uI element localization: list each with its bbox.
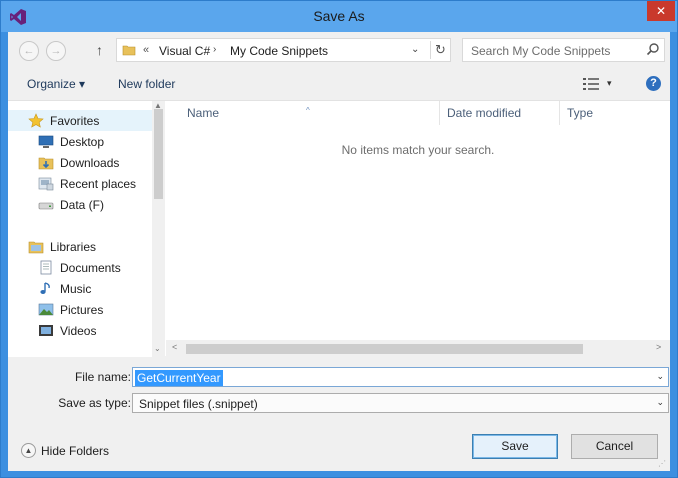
sidebar-item-libraries[interactable]: Libraries: [8, 236, 153, 257]
sidebar-item-downloads[interactable]: Downloads: [8, 152, 153, 173]
sidebar-item-label: Pictures: [60, 303, 104, 317]
scroll-right-icon[interactable]: >: [656, 342, 661, 352]
save-as-type-row: Save as type: Snippet files (.snippet) ⌄: [8, 393, 670, 413]
scroll-down-icon[interactable]: ⌄: [154, 344, 161, 353]
empty-folder-message: No items match your search.: [341, 143, 495, 157]
scroll-left-icon[interactable]: <: [172, 342, 177, 352]
sidebar-item-pictures[interactable]: Pictures: [8, 299, 153, 320]
view-details-icon[interactable]: [583, 78, 599, 90]
sidebar-item-label: Favorites: [50, 114, 100, 128]
save-as-type-select[interactable]: Snippet files (.snippet) ⌄: [132, 393, 669, 413]
column-header-date-modified[interactable]: Date modified: [440, 101, 560, 125]
save-as-type-dropdown-icon[interactable]: ⌄: [656, 397, 664, 408]
sidebar-item-favorites[interactable]: Favorites: [8, 110, 153, 131]
sidebar-item-label: Videos: [60, 324, 97, 338]
sidebar-item-label: Downloads: [60, 156, 120, 170]
search-placeholder: Search My Code Snippets: [471, 44, 611, 58]
address-bar[interactable]: « Visual C# › My Code Snippets ⌄ ↻: [116, 38, 451, 62]
sidebar-item-music[interactable]: Music: [8, 278, 153, 299]
file-list[interactable]: Name ^ Date modified Type No items match…: [166, 101, 670, 357]
organize-menu-button[interactable]: Organize ▾: [27, 77, 85, 91]
save-as-type-value: Snippet files (.snippet): [139, 397, 258, 411]
hide-folders-label: Hide Folders: [41, 444, 110, 458]
drive-icon: [38, 202, 54, 210]
column-header-label: Name: [187, 106, 220, 120]
file-name-dropdown-icon[interactable]: ⌄: [656, 371, 664, 382]
sidebar-item-data-drive[interactable]: Data (F): [8, 194, 153, 215]
sidebar-item-label: Documents: [60, 261, 121, 275]
address-history-dropdown-icon[interactable]: ⌄: [411, 44, 419, 55]
refresh-button[interactable]: ↻: [430, 41, 450, 59]
search-icon[interactable]: [646, 42, 660, 56]
help-icon[interactable]: ?: [646, 76, 661, 91]
collapse-up-icon: ▲: [21, 443, 36, 458]
sidebar-item-recent-places[interactable]: Recent places: [8, 173, 153, 194]
hide-folders-button[interactable]: ▲ Hide Folders: [21, 442, 141, 460]
browser-pane: Favorites Desktop Downloads Recent place…: [8, 100, 670, 357]
desktop-icon: [38, 135, 54, 148]
title-bar[interactable]: Save As ✕: [1, 1, 677, 32]
music-icon: [40, 282, 50, 294]
pictures-icon: [38, 303, 54, 316]
resize-grip-icon[interactable]: ⋰: [658, 459, 668, 469]
star-icon: [28, 113, 44, 128]
sidebar-item-label: Recent places: [60, 177, 137, 191]
libraries-icon: [28, 241, 44, 254]
save-as-dialog: Save As ✕ ← → ↑ « Visual C# › My Code Sn…: [0, 0, 678, 478]
breadcrumb-my-code-snippets[interactable]: My Code Snippets: [230, 44, 328, 58]
scrollbar-thumb[interactable]: [154, 109, 163, 199]
search-input[interactable]: Search My Code Snippets: [462, 38, 665, 62]
scrollbar-thumb[interactable]: [186, 344, 583, 354]
breadcrumb-visual-csharp[interactable]: Visual C#: [159, 44, 210, 58]
save-button[interactable]: Save: [472, 434, 558, 459]
breadcrumb-overflow[interactable]: «: [143, 44, 149, 56]
sidebar-item-desktop[interactable]: Desktop: [8, 131, 153, 152]
sidebar-item-label: Libraries: [50, 240, 97, 254]
sidebar-item-label: Data (F): [60, 198, 105, 212]
file-name-value[interactable]: GetCurrentYear: [135, 370, 223, 386]
column-header-label: Type: [567, 106, 594, 120]
sidebar-item-label: Music: [60, 282, 92, 296]
up-button[interactable]: ↑: [96, 41, 103, 59]
breadcrumb-separator-icon[interactable]: ›: [213, 44, 216, 55]
sidebar-item-label: Desktop: [60, 135, 105, 149]
command-toolbar: Organize ▾ New folder ▾ ?: [8, 70, 670, 98]
navigation-pane[interactable]: Favorites Desktop Downloads Recent place…: [8, 101, 165, 357]
downloads-icon: [38, 157, 54, 170]
dialog-client-area: ← → ↑ « Visual C# › My Code Snippets ⌄ ↻…: [8, 32, 670, 471]
recent-places-icon: [38, 177, 54, 191]
sort-ascending-icon: ^: [306, 106, 310, 115]
new-folder-button[interactable]: New folder: [118, 77, 175, 91]
cancel-button[interactable]: Cancel: [571, 434, 658, 459]
column-header-name[interactable]: Name ^: [166, 101, 440, 125]
navigation-scrollbar[interactable]: ▲ ⌄: [152, 101, 165, 357]
file-list-horizontal-scrollbar[interactable]: < >: [166, 340, 670, 357]
column-header-type[interactable]: Type: [560, 101, 670, 125]
folder-icon: [122, 45, 136, 56]
sidebar-item-videos[interactable]: Videos: [8, 320, 153, 341]
view-options-dropdown-icon[interactable]: ▾: [607, 78, 612, 89]
window-title: Save As: [313, 8, 365, 24]
back-button[interactable]: ←: [19, 41, 39, 61]
sidebar-item-documents[interactable]: Documents: [8, 257, 153, 278]
save-as-type-label: Save as type:: [58, 396, 131, 410]
file-name-row: File name: GetCurrentYear ⌄: [8, 367, 670, 387]
videos-icon: [39, 325, 53, 336]
forward-button[interactable]: →: [46, 41, 66, 61]
file-name-label: File name:: [74, 370, 131, 384]
file-name-input[interactable]: GetCurrentYear ⌄: [132, 367, 669, 387]
close-button[interactable]: ✕: [647, 1, 675, 21]
column-header-label: Date modified: [447, 106, 522, 120]
documents-icon: [40, 260, 52, 275]
